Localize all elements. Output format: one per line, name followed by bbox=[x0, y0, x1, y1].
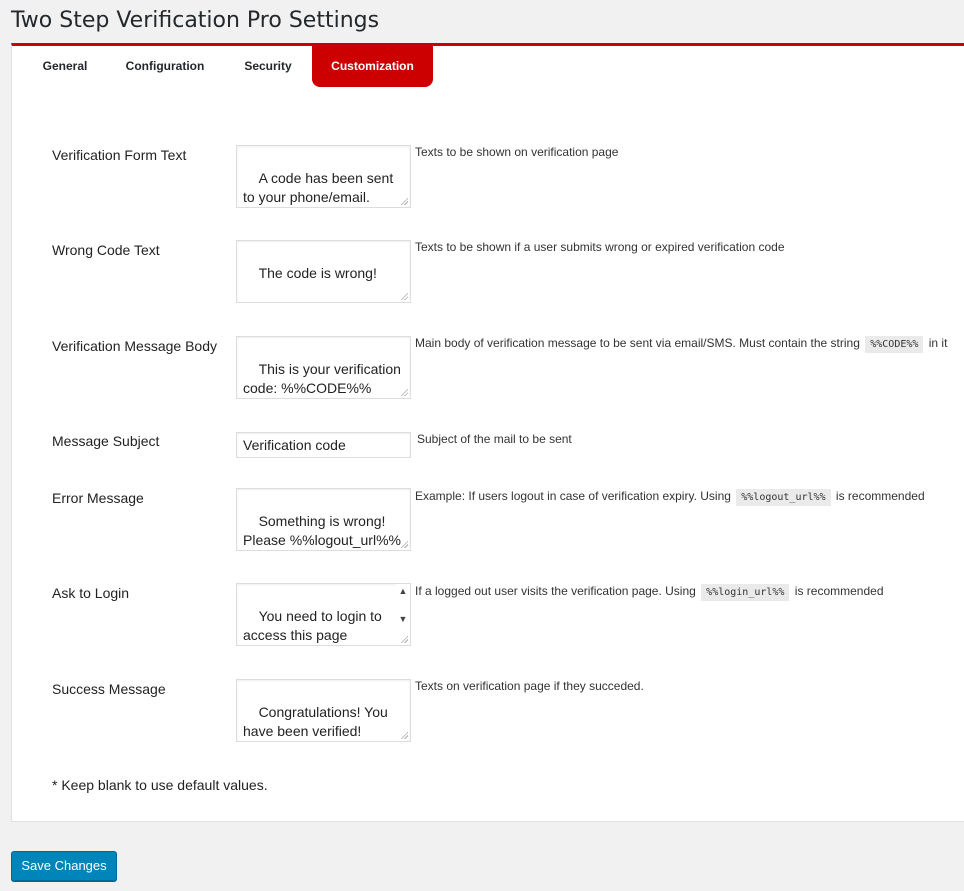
verification-form-text-value: A code has been sent to your phone/email… bbox=[243, 170, 398, 205]
description-text: Example: If users logout in case of veri… bbox=[415, 489, 731, 503]
success-message-description: Texts on verification page if they succe… bbox=[415, 679, 644, 693]
tab-configuration[interactable]: Configuration bbox=[116, 46, 214, 87]
resize-grip-icon[interactable] bbox=[400, 197, 408, 205]
ask-to-login-description: If a logged out user visits the verifica… bbox=[415, 584, 884, 601]
save-changes-button[interactable]: Save Changes bbox=[11, 851, 117, 881]
scroll-up-icon[interactable]: ▲ bbox=[398, 586, 408, 596]
tab-bar: General Configuration Security Customiza… bbox=[12, 46, 964, 87]
tab-security[interactable]: Security bbox=[234, 46, 302, 87]
ask-to-login-value: You need to login to access this page %%… bbox=[243, 608, 382, 643]
tab-general[interactable]: General bbox=[29, 46, 101, 87]
description-text: If a logged out user visits the verifica… bbox=[415, 584, 696, 598]
verification-form-text-field[interactable]: A code has been sent to your phone/email… bbox=[236, 145, 411, 208]
verification-form-text-description: Texts to be shown on verification page bbox=[415, 145, 619, 159]
wrong-code-text-description: Texts to be shown if a user submits wron… bbox=[415, 240, 785, 254]
verification-form-text-label: Verification Form Text bbox=[52, 147, 187, 163]
ask-to-login-field[interactable]: You need to login to access this page %%… bbox=[236, 583, 411, 646]
description-text: Main body of verification message to be … bbox=[415, 336, 860, 350]
wrong-code-text-label: Wrong Code Text bbox=[52, 242, 160, 258]
code-placeholder: %%logout_url%% bbox=[736, 489, 831, 506]
ask-to-login-label: Ask to Login bbox=[52, 585, 130, 601]
settings-panel: General Configuration Security Customiza… bbox=[11, 43, 964, 822]
verification-message-body-description: Main body of verification message to be … bbox=[415, 336, 948, 353]
scroll-down-icon[interactable]: ▼ bbox=[398, 614, 408, 624]
tab-customization[interactable]: Customization bbox=[312, 46, 433, 87]
resize-grip-icon[interactable] bbox=[400, 292, 408, 300]
page-title: Two Step Verification Pro Settings bbox=[11, 8, 380, 33]
message-subject-description: Subject of the mail to be sent bbox=[417, 432, 572, 446]
success-message-field[interactable]: Congratulations! You have been verified! bbox=[236, 679, 411, 742]
verification-message-body-label: Verification Message Body bbox=[52, 338, 217, 354]
wrong-code-text-value: The code is wrong! bbox=[258, 265, 377, 281]
description-text: is recommended bbox=[835, 489, 925, 503]
resize-grip-icon[interactable] bbox=[400, 635, 408, 643]
success-message-label: Success Message bbox=[52, 681, 166, 697]
success-message-value: Congratulations! You have been verified! bbox=[243, 704, 392, 739]
defaults-note: * Keep blank to use default values. bbox=[52, 777, 268, 793]
error-message-field[interactable]: Something is wrong! Please %%logout_url%… bbox=[236, 488, 411, 551]
resize-grip-icon[interactable] bbox=[400, 731, 408, 739]
resize-grip-icon[interactable] bbox=[400, 540, 408, 548]
code-placeholder: %%CODE%% bbox=[865, 336, 924, 353]
description-text: is recommended bbox=[794, 584, 884, 598]
verification-message-body-value: This is your verification code: %%CODE%% bbox=[243, 361, 405, 396]
message-subject-input[interactable]: Verification code bbox=[236, 432, 411, 458]
resize-grip-icon[interactable] bbox=[400, 388, 408, 396]
error-message-value: Something is wrong! Please %%logout_url%… bbox=[243, 513, 401, 548]
description-text: in it bbox=[928, 336, 948, 350]
wrong-code-text-field[interactable]: The code is wrong! bbox=[236, 240, 411, 303]
message-subject-label: Message Subject bbox=[52, 433, 160, 449]
code-placeholder: %%login_url%% bbox=[701, 584, 790, 601]
verification-message-body-field[interactable]: This is your verification code: %%CODE%% bbox=[236, 336, 411, 399]
error-message-description: Example: If users logout in case of veri… bbox=[415, 489, 925, 506]
error-message-label: Error Message bbox=[52, 490, 144, 506]
